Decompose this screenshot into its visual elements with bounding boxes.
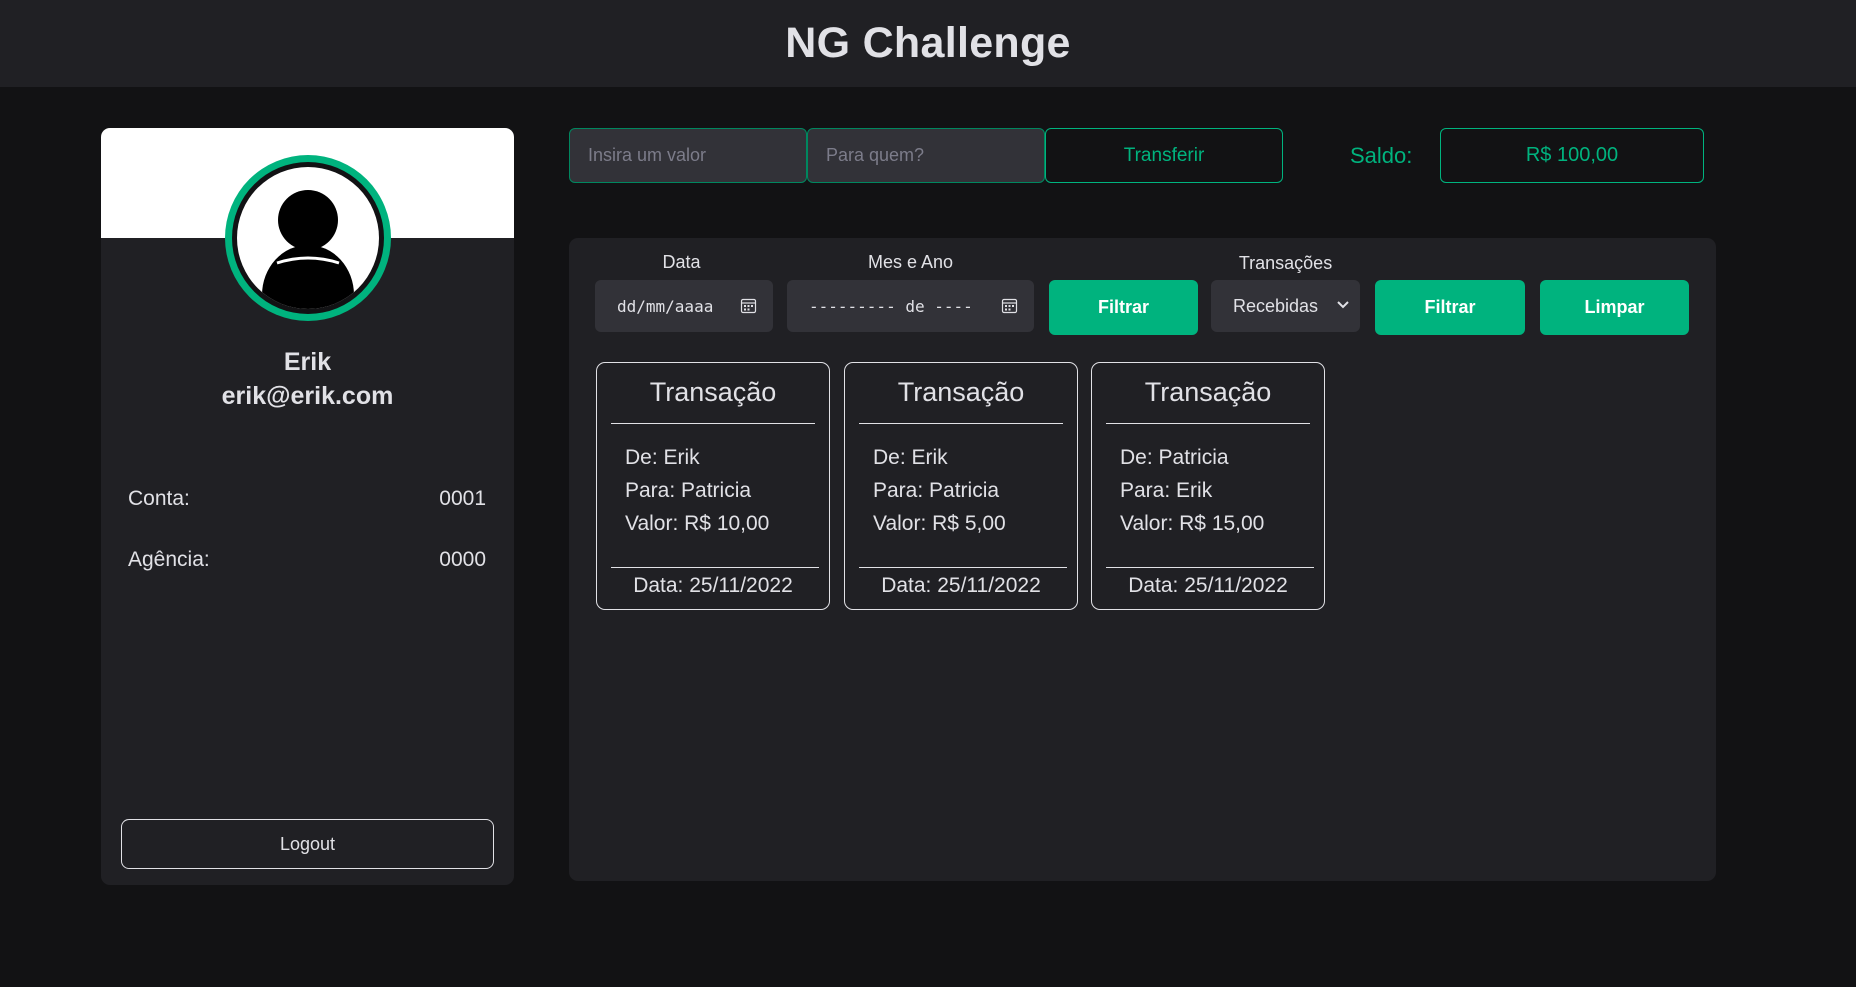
transaction-title: Transação: [897, 377, 1025, 407]
profile-card: Erik erik@erik.com Conta: 0001 Agência: …: [101, 128, 514, 885]
profile-email: erik@erik.com: [221, 382, 394, 410]
divider: [1106, 423, 1310, 424]
date-filter-button[interactable]: Filtrar: [1049, 280, 1198, 335]
app-title: NG Challenge: [785, 19, 1071, 67]
month-filter-label: Mes e Ano: [867, 252, 954, 272]
chevron-down-icon: [1337, 301, 1349, 309]
date-filter-label: Data: [662, 252, 701, 272]
amount-input[interactable]: [569, 128, 807, 183]
clear-filters-button[interactable]: Limpar: [1540, 280, 1689, 335]
transaction-value: Valor: R$ 15,00: [1120, 512, 1265, 535]
transaction-date: Data: 25/11/2022: [633, 574, 793, 597]
transaction-value: Valor: R$ 10,00: [625, 512, 770, 535]
divider: [611, 423, 815, 424]
transaction-from: De: Patricia: [1120, 446, 1229, 469]
transaction-date: Data: 25/11/2022: [881, 574, 1041, 597]
balance-value: R$ 100,00: [1440, 128, 1704, 183]
type-filter-button[interactable]: Filtrar: [1375, 280, 1525, 335]
transaction-card: Transação De: Patricia Para: Erik Valor:…: [1091, 362, 1325, 610]
divider: [859, 423, 1063, 424]
account-row: Conta: 0001: [128, 487, 486, 511]
calendar-icon[interactable]: [1001, 297, 1018, 314]
type-filter-label: Transações: [1238, 253, 1333, 273]
type-filter-select[interactable]: Recebidas: [1211, 280, 1360, 332]
calendar-icon[interactable]: [740, 297, 757, 314]
transaction-value: Valor: R$ 5,00: [873, 512, 1006, 535]
account-value: 0001: [439, 487, 486, 510]
transaction-to: Para: Erik: [1120, 479, 1213, 502]
agency-label: Agência:: [128, 548, 210, 571]
logout-button[interactable]: Logout: [121, 819, 494, 869]
avatar: [225, 155, 391, 321]
account-label: Conta:: [128, 487, 190, 510]
transaction-title: Transação: [649, 377, 777, 407]
date-filter-placeholder: dd/mm/aaaa: [617, 296, 714, 316]
profile-name: Erik: [283, 348, 332, 376]
transaction-card: Transação De: Erik Para: Patricia Valor:…: [596, 362, 830, 610]
transaction-from: De: Erik: [873, 446, 948, 469]
app-header: NG Challenge: [0, 0, 1856, 87]
recipient-input[interactable]: [807, 128, 1045, 183]
transaction-from: De: Erik: [625, 446, 700, 469]
month-filter-input[interactable]: --------- de ----: [787, 280, 1034, 332]
divider: [1106, 567, 1314, 568]
user-silhouette-icon: [262, 190, 354, 309]
type-filter-selected: Recebidas: [1233, 295, 1319, 316]
agency-value: 0000: [439, 548, 486, 571]
date-filter-input[interactable]: dd/mm/aaaa: [595, 280, 773, 332]
transactions-panel: Data dd/mm/aaaa Mes e Ano --------- de -…: [569, 238, 1716, 881]
transaction-card: Transação De: Erik Para: Patricia Valor:…: [844, 362, 1078, 610]
month-filter-placeholder: --------- de ----: [809, 296, 973, 316]
transaction-to: Para: Patricia: [625, 479, 752, 502]
transfer-button[interactable]: Transferir: [1045, 128, 1283, 183]
divider: [859, 567, 1067, 568]
transaction-date: Data: 25/11/2022: [1128, 574, 1288, 597]
agency-row: Agência: 0000: [128, 548, 486, 572]
balance-label: Saldo:: [1350, 143, 1413, 168]
transaction-title: Transação: [1144, 377, 1272, 407]
divider: [611, 567, 819, 568]
transaction-to: Para: Patricia: [873, 479, 1000, 502]
